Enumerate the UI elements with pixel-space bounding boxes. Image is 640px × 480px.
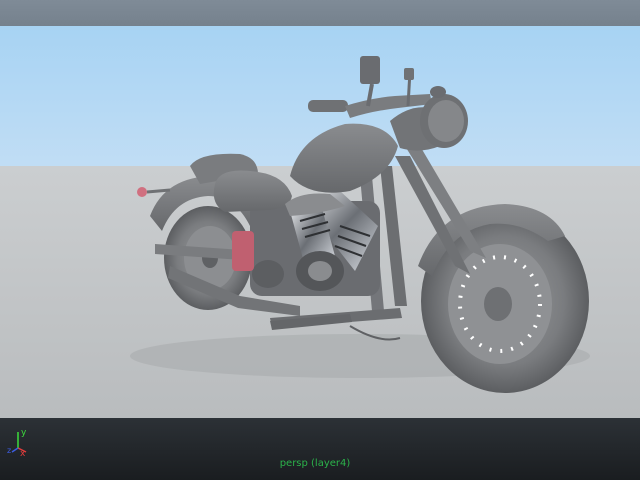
- red-accent-part: [232, 231, 254, 271]
- axis-y-label: y: [21, 428, 27, 438]
- axis-x-label: x: [20, 449, 26, 458]
- tail-light: [137, 187, 147, 197]
- motorcycle-model[interactable]: [0, 26, 640, 418]
- viewport-title-bar: [0, 0, 640, 26]
- camera-label: persp (layer4): [279, 458, 351, 469]
- 3d-viewport[interactable]: [0, 26, 640, 418]
- axis-z-label: z: [7, 446, 11, 455]
- axis-gizmo-icon: y x z: [7, 428, 27, 458]
- viewport-heads-up-display: [0, 418, 640, 480]
- seat: [190, 153, 292, 212]
